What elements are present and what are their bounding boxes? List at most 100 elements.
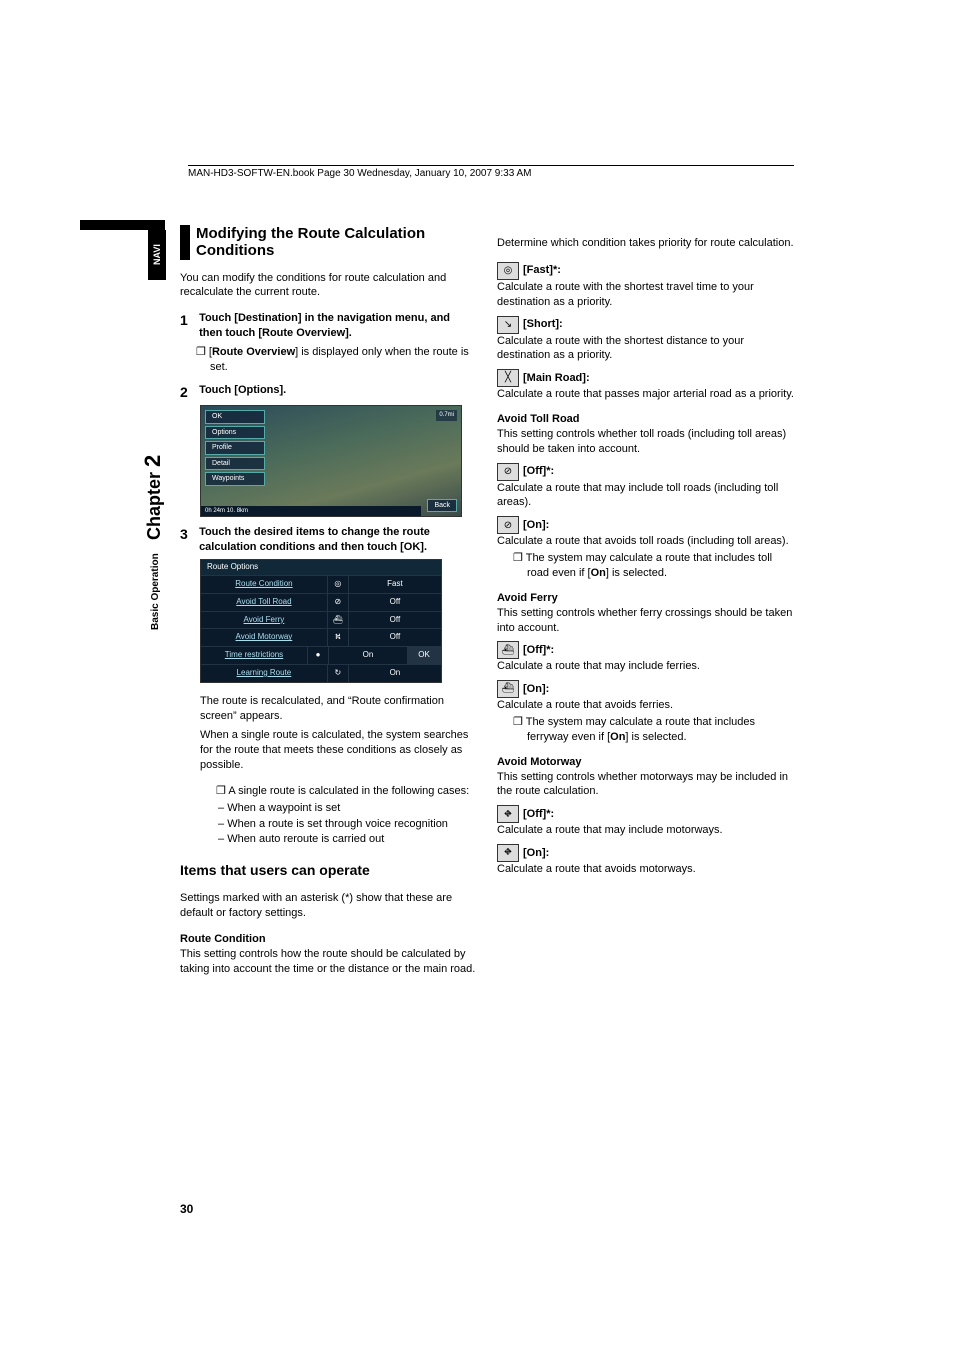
step-1: 1 Touch [Destination] in the navigation … (180, 311, 477, 341)
row-icon: ⊘ (328, 594, 349, 611)
toll-on-label: [On]: (523, 518, 549, 533)
short-label: [Short]: (523, 317, 563, 332)
single-route-text: When a single route is calculated, the s… (200, 728, 477, 773)
case-reroute: When auto reroute is carried out (200, 832, 477, 847)
toll-off-icon: ⊘ (497, 463, 519, 481)
case-voice: When a route is set through voice recogn… (200, 817, 477, 832)
row-value: Fast (349, 576, 441, 593)
step-2: 2 Touch [Options]. (180, 383, 477, 402)
row-label[interactable]: Avoid Motorway (201, 629, 328, 646)
chapter-number: 2 (140, 455, 165, 467)
fast-desc: Calculate a route with the shortest trav… (497, 280, 794, 310)
ferry-note: The system may calculate a route that in… (497, 715, 794, 745)
row-label[interactable]: Time restrictions (201, 647, 308, 664)
content-area: Modifying the Route Calculation Conditio… (180, 225, 794, 1221)
header-runner-text: MAN-HD3-SOFTW-EN.book Page 30 Wednesday,… (188, 168, 532, 179)
row-icon: ⛴ (328, 612, 349, 629)
map-menu-item[interactable]: OK (205, 410, 265, 423)
toll-off-option: ⊘ [Off]*: (497, 463, 794, 481)
toll-on-option: ⊘ [On]: (497, 516, 794, 534)
intro-text: You can modify the conditions for route … (180, 271, 477, 301)
avoid-ferry-heading: Avoid Ferry (497, 591, 794, 606)
table-row: Avoid Ferry ⛴ Off (201, 611, 441, 629)
route-options-title: Route Options (201, 560, 441, 575)
chapter-tab: Chapter 2 (140, 455, 166, 540)
motorway-on-label: [On]: (523, 846, 549, 861)
main-road-label: [Main Road]: (523, 371, 590, 386)
map-menu-item[interactable]: Options (205, 426, 265, 439)
motorway-on-desc: Calculate a route that avoids motorways. (497, 862, 794, 877)
chapter-label: Chapter (144, 472, 164, 540)
fast-icon: ◎ (497, 262, 519, 280)
row-label[interactable]: Avoid Ferry (201, 612, 328, 629)
row-label[interactable]: Learning Route (201, 665, 328, 682)
main-road-option: ╳ [Main Road]: (497, 369, 794, 387)
step-3-title: Touch the desired items to change the ro… (199, 526, 430, 553)
map-back-button[interactable]: Back (427, 499, 457, 512)
step-number: 1 (180, 311, 196, 330)
map-screenshot: OK Options Profile Detail Waypoints 0.7m… (200, 405, 462, 517)
ferry-on-icon: ⛴ (497, 680, 519, 698)
step-1-note: [Route Overview] is displayed only when … (180, 345, 477, 375)
table-row: Time restrictions ● On OK (201, 646, 441, 664)
ferry-note-post: ] is selected. (625, 731, 686, 743)
motorway-off-label: [Off]*: (523, 807, 554, 822)
row-icon: ↻ (328, 665, 349, 682)
basic-operation-tab: Basic Operation (150, 553, 161, 630)
ferry-on-desc: Calculate a route that avoids ferries. (497, 698, 794, 713)
map-menu-item[interactable]: Profile (205, 441, 265, 454)
row-value: On (349, 665, 441, 682)
avoid-motorway-desc: This setting controls whether motorways … (497, 770, 794, 800)
row-label[interactable]: Route Condition (201, 576, 328, 593)
motorway-off-desc: Calculate a route that may include motor… (497, 823, 794, 838)
avoid-toll-desc: This setting controls whether toll roads… (497, 427, 794, 457)
items-heading: Items that users can operate (180, 861, 477, 880)
motorway-on-option: ⛖ [On]: (497, 844, 794, 862)
ferry-on-label: [On]: (523, 682, 549, 697)
short-desc: Calculate a route with the shortest dist… (497, 334, 794, 364)
table-row: Learning Route ↻ On (201, 664, 441, 682)
motorway-on-icon: ⛖ (497, 844, 519, 862)
motorway-off-icon: ⛖ (497, 805, 519, 823)
toll-off-label: [Off]*: (523, 464, 554, 479)
ferry-off-desc: Calculate a route that may include ferri… (497, 659, 794, 674)
step-number: 3 (180, 525, 196, 544)
row-icon: ◎ (328, 576, 349, 593)
fast-option: ◎ [Fast]*: (497, 262, 794, 280)
recalc-text: The route is recalculated, and “Route co… (200, 694, 477, 724)
avoid-motorway-heading: Avoid Motorway (497, 755, 794, 770)
ferry-off-label: [Off]*: (523, 643, 554, 658)
row-value: Off (349, 612, 441, 629)
short-icon: ↘ (497, 316, 519, 334)
page: MAN-HD3-SOFTW-EN.book Page 30 Wednesday,… (0, 0, 954, 1351)
map-menu-item[interactable]: Waypoints (205, 472, 265, 485)
ferry-on-option: ⛴ [On]: (497, 680, 794, 698)
table-row: Avoid Toll Road ⊘ Off (201, 593, 441, 611)
table-row: Avoid Motorway ⛕ Off (201, 628, 441, 646)
ferry-off-icon: ⛴ (497, 641, 519, 659)
toll-note-post: ] is selected. (606, 567, 667, 579)
case-waypoint: When a waypoint is set (200, 801, 477, 816)
map-menu: OK Options Profile Detail Waypoints (205, 410, 265, 485)
ok-button[interactable]: OK (407, 647, 441, 664)
toll-note-bold: On (591, 567, 606, 579)
row-value: Off (349, 629, 441, 646)
map-status-bar: 0h 24m 10. 8km (201, 506, 421, 516)
ferry-off-option: ⛴ [Off]*: (497, 641, 794, 659)
short-option: ↘ [Short]: (497, 316, 794, 334)
right-column: Determine which condition takes priority… (497, 225, 794, 1221)
route-options-screenshot: Route Options Route Condition ◎ Fast Avo… (200, 559, 442, 683)
row-icon: ● (308, 647, 329, 664)
section-heading: Modifying the Route Calculation Conditio… (180, 225, 477, 260)
row-label[interactable]: Avoid Toll Road (201, 594, 328, 611)
fast-label: [Fast]*: (523, 263, 561, 278)
page-number: 30 (180, 1202, 193, 1216)
toll-on-desc: Calculate a route that avoids toll roads… (497, 534, 794, 549)
navi-tab: NAVI (148, 230, 166, 280)
row-value: Off (349, 594, 441, 611)
step-2-title: Touch [Options]. (199, 384, 286, 396)
left-column: Modifying the Route Calculation Conditio… (180, 225, 477, 1221)
route-overview-keyword: Route Overview (212, 346, 295, 358)
map-menu-item[interactable]: Detail (205, 457, 265, 470)
map-distance-badge: 0.7mi (436, 410, 457, 420)
